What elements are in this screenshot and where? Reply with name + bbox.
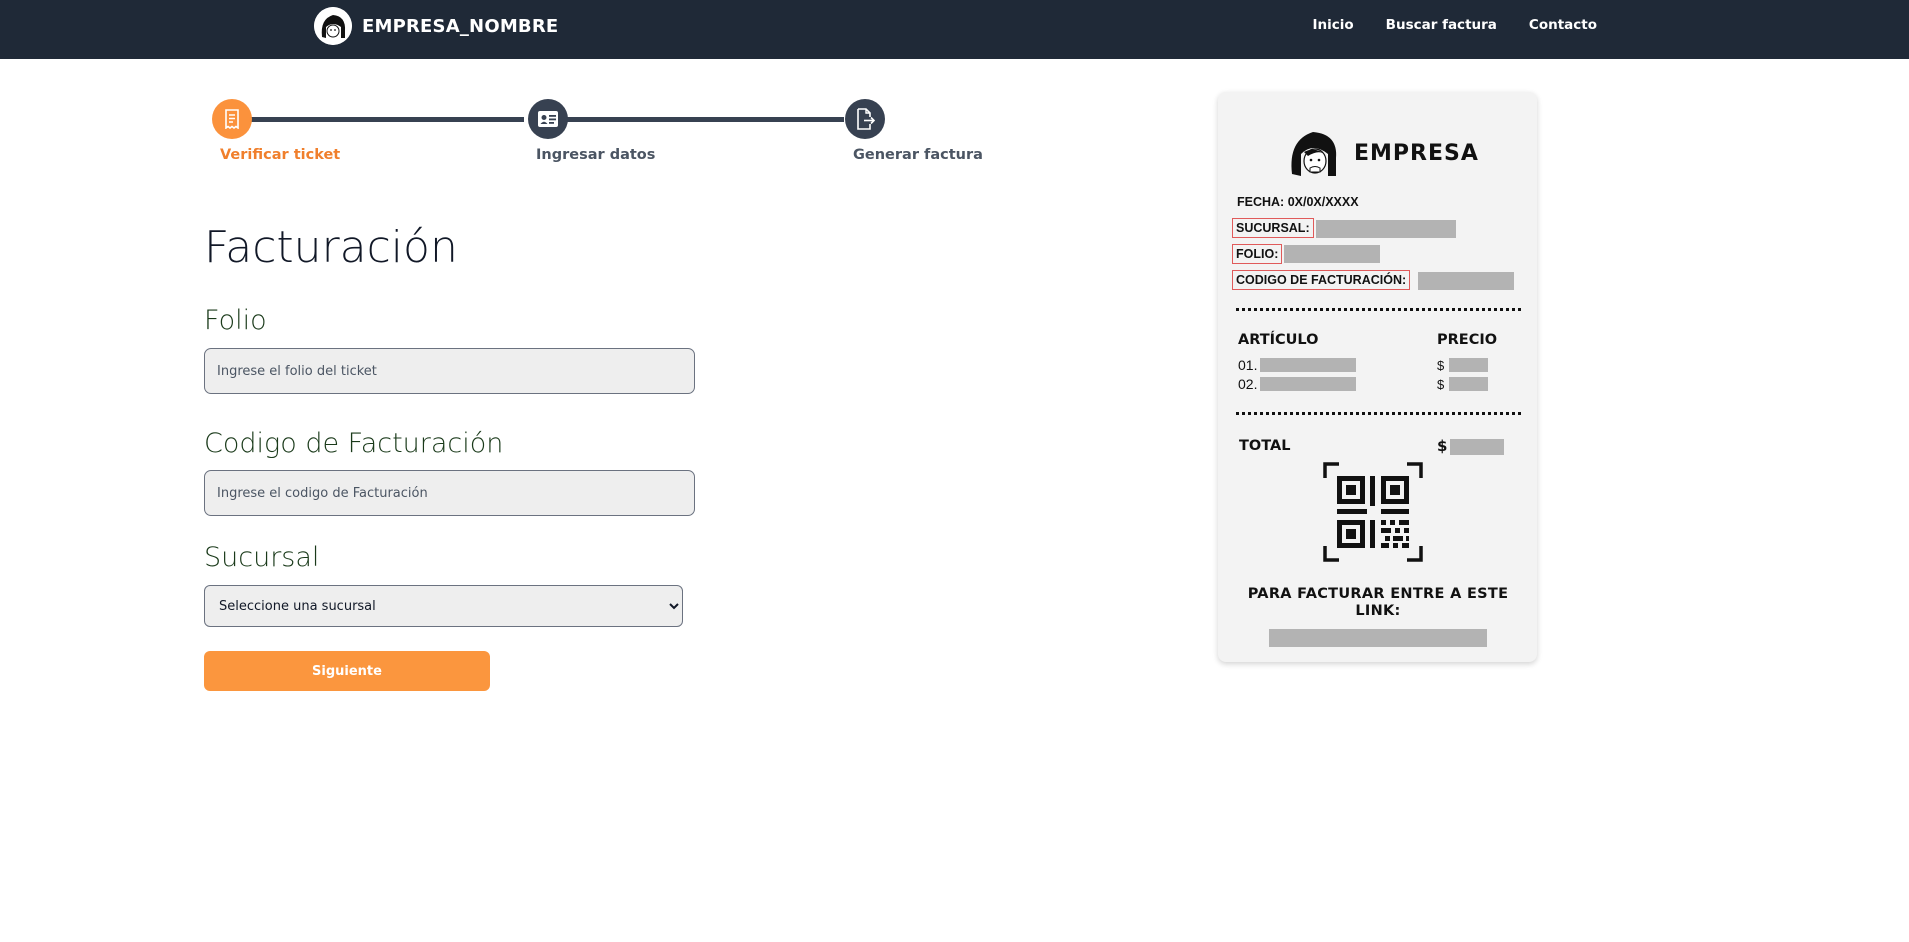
id-card-icon — [538, 111, 558, 127]
redacted-sucursal — [1316, 220, 1456, 238]
redacted-item-name — [1260, 358, 1356, 372]
ticket-folio-label: FOLIO: — [1232, 244, 1283, 264]
qr-code-icon — [1323, 462, 1423, 562]
articulo-header: ARTÍCULO — [1238, 332, 1319, 348]
redacted-link — [1269, 629, 1487, 647]
redacted-total — [1450, 439, 1504, 455]
step-label-ingresar: Ingresar datos — [536, 147, 656, 163]
ticket-total-currency: $ — [1437, 437, 1448, 455]
avatar-logo-icon — [314, 7, 352, 45]
ticket-divider — [1236, 308, 1521, 311]
step-circle-ingresar — [528, 99, 568, 139]
nav-link-inicio[interactable]: Inicio — [1313, 17, 1354, 33]
codigo-facturacion-input[interactable] — [204, 470, 695, 516]
ticket-brand: EMPRESA — [1354, 141, 1479, 166]
step-label-verificar: Verificar ticket — [220, 147, 341, 163]
step-label-generar: Generar factura — [853, 147, 983, 163]
ticket-codigo-label: CODIGO DE FACTURACIÓN: — [1232, 270, 1411, 290]
step-circle-generar — [845, 99, 885, 139]
ticket-fecha: FECHA: 0X/0X/XXXX — [1237, 195, 1359, 209]
brand-name: EMPRESA_NOMBRE — [362, 15, 559, 37]
ticket-preview: EMPRESA FECHA: 0X/0X/XXXX SUCURSAL: FOLI… — [1218, 92, 1537, 662]
folio-label: Folio — [204, 305, 267, 336]
redacted-folio — [1284, 245, 1380, 263]
ticket-item-number: 01. — [1238, 357, 1258, 373]
redacted-item-price — [1449, 358, 1488, 372]
ticket-divider — [1236, 412, 1521, 415]
step-connector — [549, 117, 844, 122]
avatar-logo-icon — [1291, 132, 1337, 176]
redacted-item-name — [1260, 377, 1356, 391]
ticket-sucursal-label: SUCURSAL: — [1232, 218, 1314, 238]
step-circle-verificar — [212, 99, 252, 139]
step-connector — [234, 117, 524, 122]
ticket-item-number: 02. — [1238, 376, 1258, 392]
ticket-footer-text: PARA FACTURAR ENTRE A ESTE LINK: — [1247, 586, 1509, 619]
sucursal-label: Sucursal — [204, 542, 320, 573]
codigo-label: Codigo de Facturación — [204, 428, 504, 459]
ticket-currency: $ — [1437, 358, 1445, 373]
brand[interactable]: EMPRESA_NOMBRE — [314, 7, 558, 45]
ticket-total-label: TOTAL — [1239, 438, 1291, 454]
navbar: EMPRESA_NOMBRE Inicio Buscar factura Con… — [0, 0, 1909, 59]
siguiente-button[interactable]: Siguiente — [204, 651, 490, 691]
sucursal-select[interactable]: Seleccione una sucursal — [204, 585, 683, 627]
progress-stepper: Verificar ticket Ingresar datos Generar … — [204, 99, 983, 169]
nav-link-contacto[interactable]: Contacto — [1529, 17, 1597, 33]
nav-link-buscar-factura[interactable]: Buscar factura — [1386, 17, 1497, 33]
nav-links: Inicio Buscar factura Contacto — [1313, 17, 1598, 33]
folio-input[interactable] — [204, 348, 695, 394]
receipt-icon — [225, 109, 239, 129]
file-export-icon — [857, 108, 875, 130]
redacted-codigo — [1418, 272, 1514, 290]
page-title: Facturación — [204, 222, 458, 273]
ticket-currency: $ — [1437, 377, 1445, 392]
precio-header: PRECIO — [1437, 332, 1498, 348]
redacted-item-price — [1449, 377, 1488, 391]
